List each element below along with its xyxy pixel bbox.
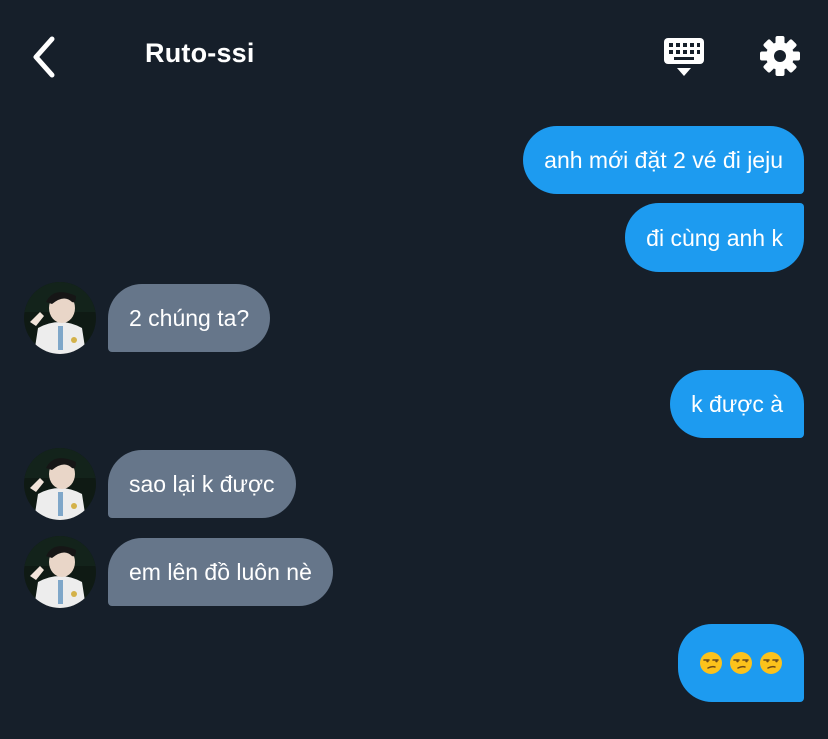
message-text	[699, 651, 783, 675]
chat-header: Ruto-ssi	[0, 0, 828, 110]
message-bubble-incoming[interactable]: 2 chúng ta?	[108, 284, 271, 352]
message-bubble-outgoing[interactable]	[678, 624, 804, 702]
message-text: đi cùng anh k	[646, 224, 783, 251]
contact-photo	[24, 448, 96, 520]
message-bubble-outgoing[interactable]: k được à	[670, 370, 804, 438]
keyboard-button[interactable]	[662, 36, 706, 80]
settings-button[interactable]	[758, 34, 802, 78]
gear-icon	[760, 36, 800, 76]
message-text: 2 chúng ta?	[129, 305, 250, 331]
message-bubble-outgoing[interactable]: anh mới đặt 2 vé đi jeju	[523, 126, 804, 194]
message-bubble-outgoing[interactable]: đi cùng anh k	[625, 203, 804, 272]
unamused-face-icon	[730, 652, 752, 674]
contact-photo	[24, 536, 96, 608]
contact-photo	[24, 282, 96, 354]
unamused-face-icon	[700, 652, 722, 674]
chat-title: Ruto-ssi	[145, 38, 255, 68]
avatar[interactable]	[24, 282, 96, 354]
message-text: anh mới đặt 2 vé đi jeju	[544, 147, 783, 173]
message-bubble-incoming[interactable]: em lên đồ luôn nè	[108, 538, 333, 606]
message-text: sao lại k được	[129, 471, 275, 497]
chevron-left-icon	[33, 36, 55, 78]
back-button[interactable]	[26, 34, 62, 80]
keyboard-icon	[664, 38, 704, 76]
message-bubble-incoming[interactable]: sao lại k được	[108, 450, 296, 518]
avatar[interactable]	[24, 448, 96, 520]
message-text: em lên đồ luôn nè	[129, 559, 312, 585]
message-text: k được à	[691, 391, 783, 417]
avatar[interactable]	[24, 536, 96, 608]
unamused-face-icon	[760, 652, 782, 674]
